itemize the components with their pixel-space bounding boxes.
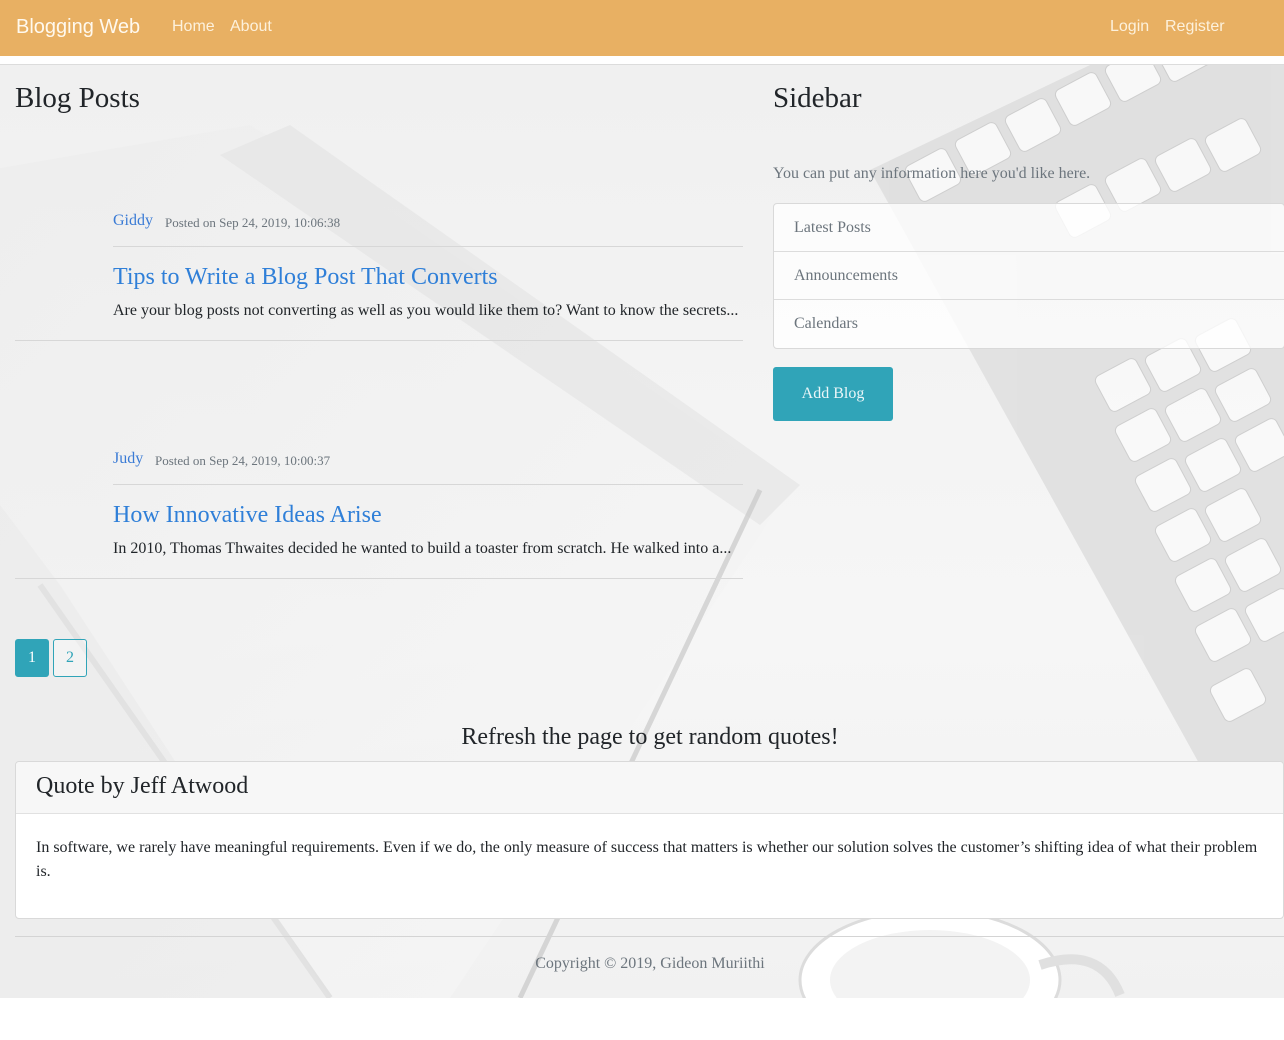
add-blog-button[interactable]: Add Blog	[773, 367, 893, 421]
nav-register-link[interactable]: Register	[1165, 18, 1225, 36]
navbar: Blogging Web Home About Login Register	[0, 0, 1284, 56]
footer-divider	[15, 936, 1284, 937]
post-excerpt: Are your blog posts not converting as we…	[113, 302, 739, 319]
pagination-page-1[interactable]: 1	[15, 639, 49, 677]
footer-copyright: Copyright © 2019, Gideon Muriithi	[535, 955, 765, 972]
post-title-link[interactable]: How Innovative Ideas Arise	[113, 502, 382, 529]
quote-card: Quote by Jeff Atwood In software, we rar…	[15, 761, 1284, 919]
sidebar-item-announcements[interactable]: Announcements	[774, 252, 1284, 300]
sidebar-heading: Sidebar	[773, 82, 862, 114]
sidebar-item-calendars[interactable]: Calendars	[774, 300, 1284, 348]
quote-author: Quote by Jeff Atwood	[36, 773, 249, 799]
quote-text: In software, we rarely have meaningful r…	[36, 839, 1258, 880]
page-body: Blog Posts Sidebar Giddy Posted on Sep 2…	[0, 64, 1284, 998]
sidebar-item-latest-posts[interactable]: Latest Posts	[774, 204, 1284, 252]
content-area: Blog Posts Sidebar Giddy Posted on Sep 2…	[0, 65, 1284, 998]
sidebar-info-text: You can put any information here you'd l…	[773, 165, 1091, 182]
refresh-quotes-heading: Refresh the page to get random quotes!	[461, 724, 839, 750]
blog-post: Judy Posted on Sep 24, 2019, 10:00:37 Ho…	[15, 450, 743, 579]
brand-link[interactable]: Blogging Web	[16, 16, 140, 39]
blog-posts-heading: Blog Posts	[15, 82, 140, 114]
nav-home-link[interactable]: Home	[172, 18, 215, 36]
post-meta: Judy Posted on Sep 24, 2019, 10:00:37	[113, 450, 743, 485]
nav-about-link[interactable]: About	[230, 18, 272, 36]
post-author-link[interactable]: Giddy	[113, 212, 153, 230]
blog-post: Giddy Posted on Sep 24, 2019, 10:06:38 T…	[15, 212, 743, 341]
post-author-link[interactable]: Judy	[113, 450, 143, 468]
post-excerpt: In 2010, Thomas Thwaites decided he want…	[113, 540, 732, 557]
post-meta: Giddy Posted on Sep 24, 2019, 10:06:38	[113, 212, 743, 247]
post-date: Posted on Sep 24, 2019, 10:06:38	[165, 215, 341, 230]
quote-card-header: Quote by Jeff Atwood	[16, 762, 1283, 814]
pagination-page-2[interactable]: 2	[53, 639, 87, 677]
nav-login-link[interactable]: Login	[1110, 18, 1149, 36]
sidebar-list: Latest Posts Announcements Calendars	[773, 203, 1284, 349]
post-date: Posted on Sep 24, 2019, 10:00:37	[155, 453, 331, 468]
post-title-link[interactable]: Tips to Write a Blog Post That Converts	[113, 264, 498, 291]
